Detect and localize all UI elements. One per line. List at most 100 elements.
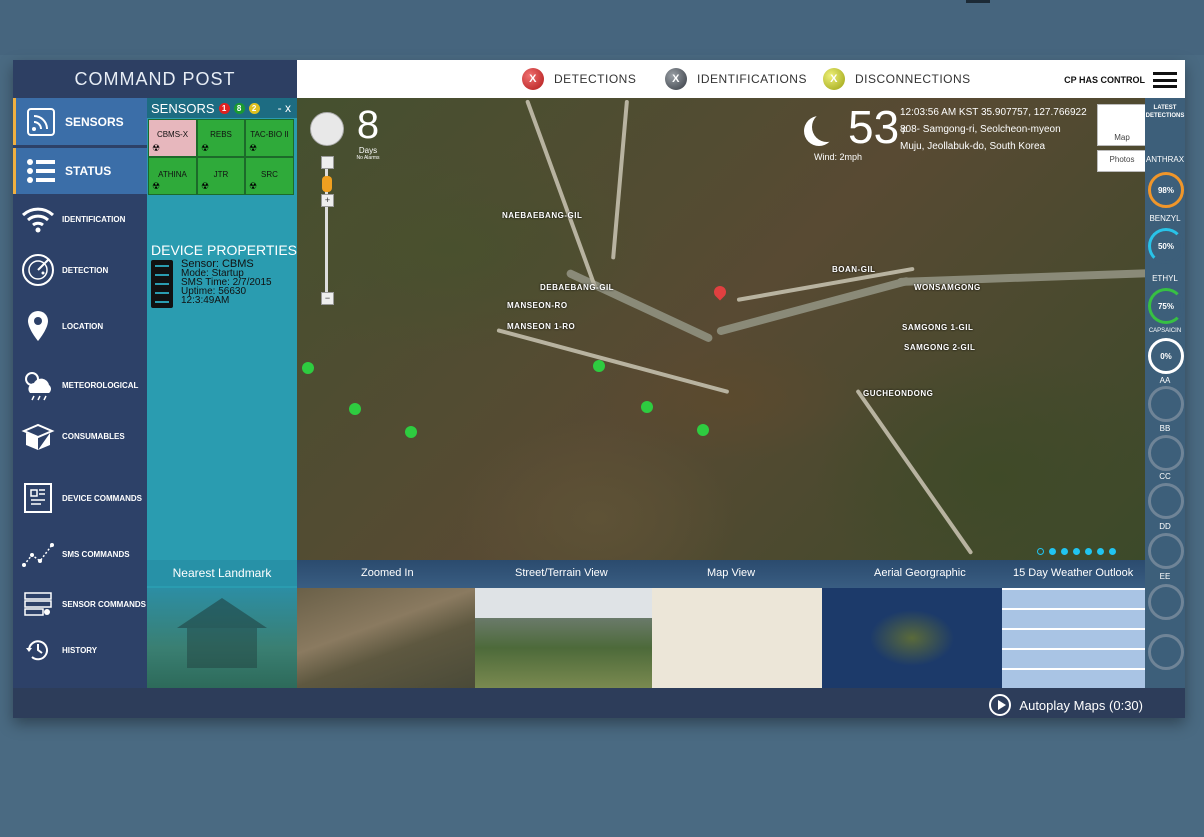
thumb-label-aerial[interactable]: Aerial Georgraphic	[874, 567, 966, 579]
carousel-dot[interactable]	[1097, 548, 1104, 555]
thumb-label-zoomed-in[interactable]: Zoomed In	[361, 567, 414, 579]
nav-item-device-commands[interactable]: DEVICE COMMANDS	[13, 476, 147, 520]
nav-item-consumables[interactable]: CONSUMABLES	[13, 414, 147, 458]
warning-count-badge: 2	[248, 102, 260, 114]
road	[525, 99, 598, 289]
carousel-dot[interactable]	[1073, 548, 1080, 555]
location-marker-icon[interactable]	[711, 283, 729, 301]
autoplay-maps-button[interactable]: Autoplay Maps (0:30)	[989, 694, 1143, 716]
sensor-marker[interactable]	[593, 360, 605, 372]
sensor-cell-tac-bio[interactable]: TAC-BIO II ☢	[245, 119, 294, 157]
nav-item-sensors[interactable]: SENSORS	[13, 98, 150, 145]
sensor-marker[interactable]	[697, 424, 709, 436]
status-header: X DETECTIONS X IDENTIFICATIONS X DISCONN…	[297, 60, 1185, 98]
weather-outlook-thumbnail[interactable]	[1002, 588, 1145, 688]
sensor-cell-athina[interactable]: ATHINA ☢	[148, 157, 197, 195]
gauge-label-bb: BB	[1159, 424, 1171, 433]
nav-item-location[interactable]: LOCATION	[13, 304, 147, 348]
landmark-image	[147, 588, 297, 688]
disconnections-status[interactable]: X DISCONNECTIONS	[823, 68, 971, 90]
gauge-cc[interactable]	[1148, 483, 1184, 519]
detections-x-icon: X	[522, 68, 544, 90]
address-line-2: Muju, Jeollabuk-do, South Korea	[900, 141, 1046, 152]
place-label: DEBAEBANG-GIL	[540, 283, 615, 292]
disconnections-label: DISCONNECTIONS	[855, 72, 971, 86]
nav-item-history[interactable]: HISTORY	[13, 632, 147, 668]
nav-item-status[interactable]: STATUS	[13, 148, 150, 194]
street-terrain-thumbnail[interactable]	[475, 588, 652, 688]
nav-item-meteorological[interactable]: METEOROLOGICAL	[13, 362, 147, 408]
nav-label-status: STATUS	[65, 164, 112, 178]
device-status-icon	[151, 260, 173, 308]
gauge-dd[interactable]	[1148, 533, 1184, 569]
gauge-bb[interactable]	[1148, 435, 1184, 471]
thumb-label-street-terrain[interactable]: Street/Terrain View	[515, 567, 608, 579]
sensor-cell-rebs[interactable]: REBS ☢	[197, 119, 245, 157]
place-label: WONSAMGONG	[914, 283, 981, 292]
moon-icon	[812, 112, 842, 142]
pegman-icon[interactable]	[322, 176, 332, 192]
sensor-cell-cbms-x[interactable]: CBMS-X ☢	[148, 119, 197, 157]
detections-status[interactable]: X DETECTIONS	[522, 68, 636, 90]
sensor-marker[interactable]	[405, 426, 417, 438]
photos-button[interactable]: Photos	[1097, 150, 1145, 172]
gauge-benzyl[interactable]: 50%	[1148, 228, 1184, 264]
map-type-button[interactable]: Map	[1097, 104, 1145, 146]
identifications-status[interactable]: X IDENTIFICATIONS	[665, 68, 807, 90]
gauge-empty-slot[interactable]	[1148, 634, 1184, 670]
nearest-landmark-button[interactable]: Nearest Landmark	[147, 560, 297, 586]
sensor-marker[interactable]	[349, 403, 361, 415]
sensor-cell-jtr[interactable]: JTR ☢	[197, 157, 245, 195]
place-label: MANSEON-RO	[507, 301, 568, 310]
history-icon	[20, 632, 56, 668]
street-view-icon[interactable]	[321, 156, 334, 169]
pan-control[interactable]	[310, 112, 344, 146]
sensor-cell-label: CBMS-X	[156, 130, 189, 139]
gauge-label-ethyl: ETHYL	[1152, 274, 1178, 283]
nav-item-identification[interactable]: IDENTIFICATION	[13, 198, 147, 240]
top-background-strip	[0, 0, 1204, 55]
river	[565, 268, 714, 344]
carousel-dot[interactable]	[1061, 548, 1068, 555]
latest-detections-title: LATEST DETECTIONS	[1145, 105, 1185, 119]
radiation-icon: ☢	[249, 181, 258, 191]
nav-label-consumables: CONSUMABLES	[62, 431, 125, 441]
device-icon	[20, 480, 56, 516]
nav-item-detection[interactable]: DETECTION	[13, 248, 147, 292]
place-label: SAMGONG 2-GIL	[904, 343, 976, 352]
gauge-aa[interactable]	[1148, 386, 1184, 422]
sensors-panel: SENSORS 1 8 2 - x CBMS-X ☢ REBS ☢ TAC-BIO …	[147, 98, 297, 688]
gauge-capsaicin[interactable]: 0%	[1148, 338, 1184, 374]
map-view-thumbnails: Zoomed In Street/Terrain View Map View A…	[297, 560, 1145, 688]
weather-icon	[20, 367, 56, 403]
gauge-ethyl[interactable]: 75%	[1148, 288, 1184, 324]
nav-label-sms-commands: SMS COMMANDS	[62, 549, 130, 559]
thumb-label-weather-outlook[interactable]: 15 Day Weather Outlook	[1013, 567, 1133, 579]
map-view-thumbnail[interactable]	[652, 588, 822, 688]
gauge-ee[interactable]	[1148, 584, 1184, 620]
sensor-marker[interactable]	[641, 401, 653, 413]
ok-count-badge: 8	[233, 102, 245, 114]
menu-icon[interactable]	[1153, 72, 1177, 88]
latest-detections-panel: LATEST DETECTIONS ANTHRAX 98% BENZYL 50%…	[1145, 98, 1185, 688]
nav-item-sensor-commands[interactable]: SENSOR COMMANDS	[13, 584, 147, 624]
satellite-map[interactable]: NAEBAEBANG-GIL DEBAEBANG-GIL MANSEON-RO …	[297, 98, 1145, 560]
thumb-label-map-view[interactable]: Map View	[707, 567, 755, 579]
carousel-dot[interactable]	[1049, 548, 1056, 555]
nav-label-location: LOCATION	[62, 321, 104, 331]
nav-item-sms-commands[interactable]: SMS COMMANDS	[13, 532, 147, 576]
sensor-cell-src[interactable]: SRC ☢	[245, 157, 294, 195]
gauge-label-cc: CC	[1159, 472, 1171, 481]
zoom-in-button[interactable]: +	[321, 194, 334, 207]
sensor-marker[interactable]	[302, 362, 314, 374]
zoomed-in-thumbnail[interactable]	[297, 588, 475, 688]
carousel-dot[interactable]	[1037, 548, 1044, 555]
panel-window-controls[interactable]: - x	[278, 101, 291, 115]
zoom-out-button[interactable]: −	[321, 292, 334, 305]
carousel-dot[interactable]	[1085, 548, 1092, 555]
aerial-thumbnail[interactable]	[822, 588, 1002, 688]
gauge-anthrax[interactable]: 98%	[1148, 172, 1184, 208]
detections-label: DETECTIONS	[554, 72, 637, 86]
carousel-dot[interactable]	[1109, 548, 1116, 555]
side-nav: SENSORS STATUS IDENTIFICATION DETECTION …	[13, 98, 150, 688]
